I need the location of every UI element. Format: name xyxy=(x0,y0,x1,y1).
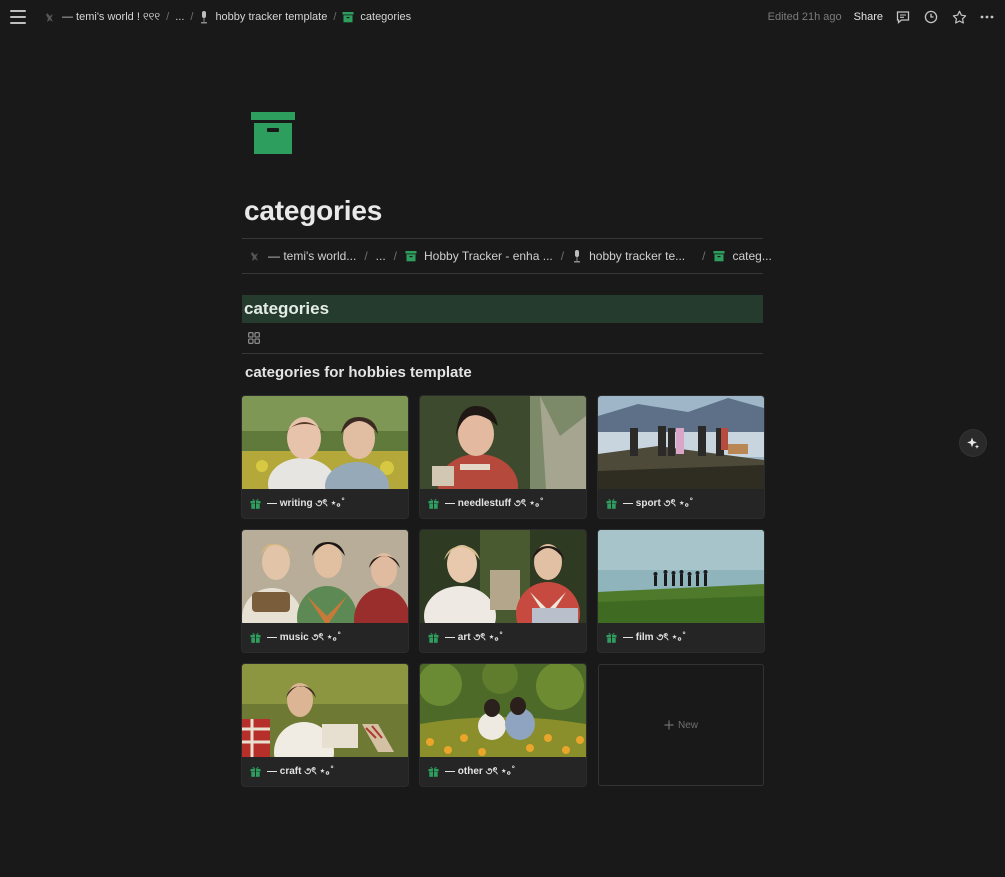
database-title[interactable]: categories xyxy=(244,299,329,319)
sparkle-icon xyxy=(967,437,980,449)
comments-icon[interactable] xyxy=(895,9,911,25)
share-button[interactable]: Share xyxy=(854,11,883,23)
menu-icon[interactable] xyxy=(10,10,26,24)
plus-icon xyxy=(664,720,674,730)
edited-timestamp: Edited 21h ago xyxy=(767,11,842,23)
favorite-star-icon[interactable] xyxy=(951,9,967,25)
card-cover-image xyxy=(420,396,586,489)
gift-icon xyxy=(428,632,439,643)
card-label: — craft ૭ৎ ⋆｡˚ xyxy=(242,757,408,786)
top-bar: — temi's world ! ୧୧୧ / ... / hobby track… xyxy=(0,0,1005,34)
mic-icon xyxy=(574,249,581,262)
card-label: — film ૭ৎ ⋆｡˚ xyxy=(598,623,764,652)
figure-icon xyxy=(46,13,53,22)
card-other[interactable]: — other ૭ৎ ⋆｡˚ xyxy=(420,664,586,786)
breadcrumb: — temi's world ! ୧୧୧ / ... / hobby track… xyxy=(40,9,415,26)
card-music[interactable]: — music ૭ৎ ⋆｡˚ xyxy=(242,530,408,652)
card-cover-image xyxy=(420,530,586,623)
inline-breadcrumb: — temi's world... / ... / Hobby Tracker … xyxy=(242,238,772,274)
gallery-title: categories for hobbies template xyxy=(245,364,472,381)
card-sport[interactable]: — sport ૭ৎ ⋆｡˚ xyxy=(598,396,764,518)
history-icon[interactable] xyxy=(923,9,939,25)
gift-icon xyxy=(250,498,261,509)
card-label: — sport ૭ৎ ⋆｡˚ xyxy=(598,489,764,518)
breadcrumb-item-hobby-tracker-template[interactable]: hobby tracker template xyxy=(195,9,331,26)
card-craft[interactable]: — craft ૭ৎ ⋆｡˚ xyxy=(242,664,408,786)
gift-icon xyxy=(428,766,439,777)
new-card-button[interactable]: New xyxy=(598,664,764,786)
card-writing[interactable]: — writing ૭ৎ ⋆｡˚ xyxy=(242,396,408,518)
inline-breadcrumb-temis-world[interactable]: — temi's world... xyxy=(246,247,359,265)
archive-box-icon[interactable] xyxy=(251,112,295,159)
more-options-icon[interactable] xyxy=(979,9,995,25)
archive-icon xyxy=(405,251,417,262)
gift-icon xyxy=(250,766,261,777)
card-label: — art ૭ৎ ⋆｡˚ xyxy=(420,623,586,652)
archive-icon xyxy=(713,251,725,262)
card-cover-image xyxy=(242,664,408,757)
card-cover-image xyxy=(598,396,764,489)
archive-icon xyxy=(342,12,354,23)
breadcrumb-item-ellipsis[interactable]: ... xyxy=(171,9,188,25)
ai-assistant-button[interactable] xyxy=(960,430,986,456)
card-label: — music ૭ৎ ⋆｡˚ xyxy=(242,623,408,652)
breadcrumb-item-temis-world[interactable]: — temi's world ! ୧୧୧ xyxy=(40,9,164,26)
gift-icon xyxy=(606,632,617,643)
mic-icon xyxy=(201,10,208,23)
card-label: — writing ૭ৎ ⋆｡˚ xyxy=(242,489,408,518)
view-switcher xyxy=(242,327,763,354)
card-film[interactable]: — film ૭ৎ ⋆｡˚ xyxy=(598,530,764,652)
inline-breadcrumb-hobby-tracker-enha[interactable]: Hobby Tracker - enha ... xyxy=(402,247,556,265)
card-needlestuff[interactable]: — needlestuff ૭ৎ ⋆｡˚ xyxy=(420,396,586,518)
card-label: — other ૭ৎ ⋆｡˚ xyxy=(420,757,586,786)
gift-icon xyxy=(428,498,439,509)
card-label: — needlestuff ૭ৎ ⋆｡˚ xyxy=(420,489,586,518)
page-title[interactable]: categories xyxy=(244,195,382,227)
card-cover-image xyxy=(420,664,586,757)
breadcrumb-item-categories[interactable]: categories xyxy=(338,9,415,25)
inline-breadcrumb-ellipsis[interactable]: ... xyxy=(373,247,389,265)
database-title-bar[interactable]: categories xyxy=(242,295,763,323)
figure-icon xyxy=(251,252,258,261)
gallery-view-icon[interactable] xyxy=(248,331,260,349)
card-cover-image xyxy=(242,396,408,489)
gift-icon xyxy=(250,632,261,643)
inline-breadcrumb-hobby-tracker-template[interactable]: hobby tracker te... xyxy=(569,247,688,265)
card-art[interactable]: — art ૭ৎ ⋆｡˚ xyxy=(420,530,586,652)
inline-breadcrumb-categories[interactable]: categ... xyxy=(710,247,774,265)
card-cover-image xyxy=(242,530,408,623)
card-cover-image xyxy=(598,530,764,623)
gift-icon xyxy=(606,498,617,509)
